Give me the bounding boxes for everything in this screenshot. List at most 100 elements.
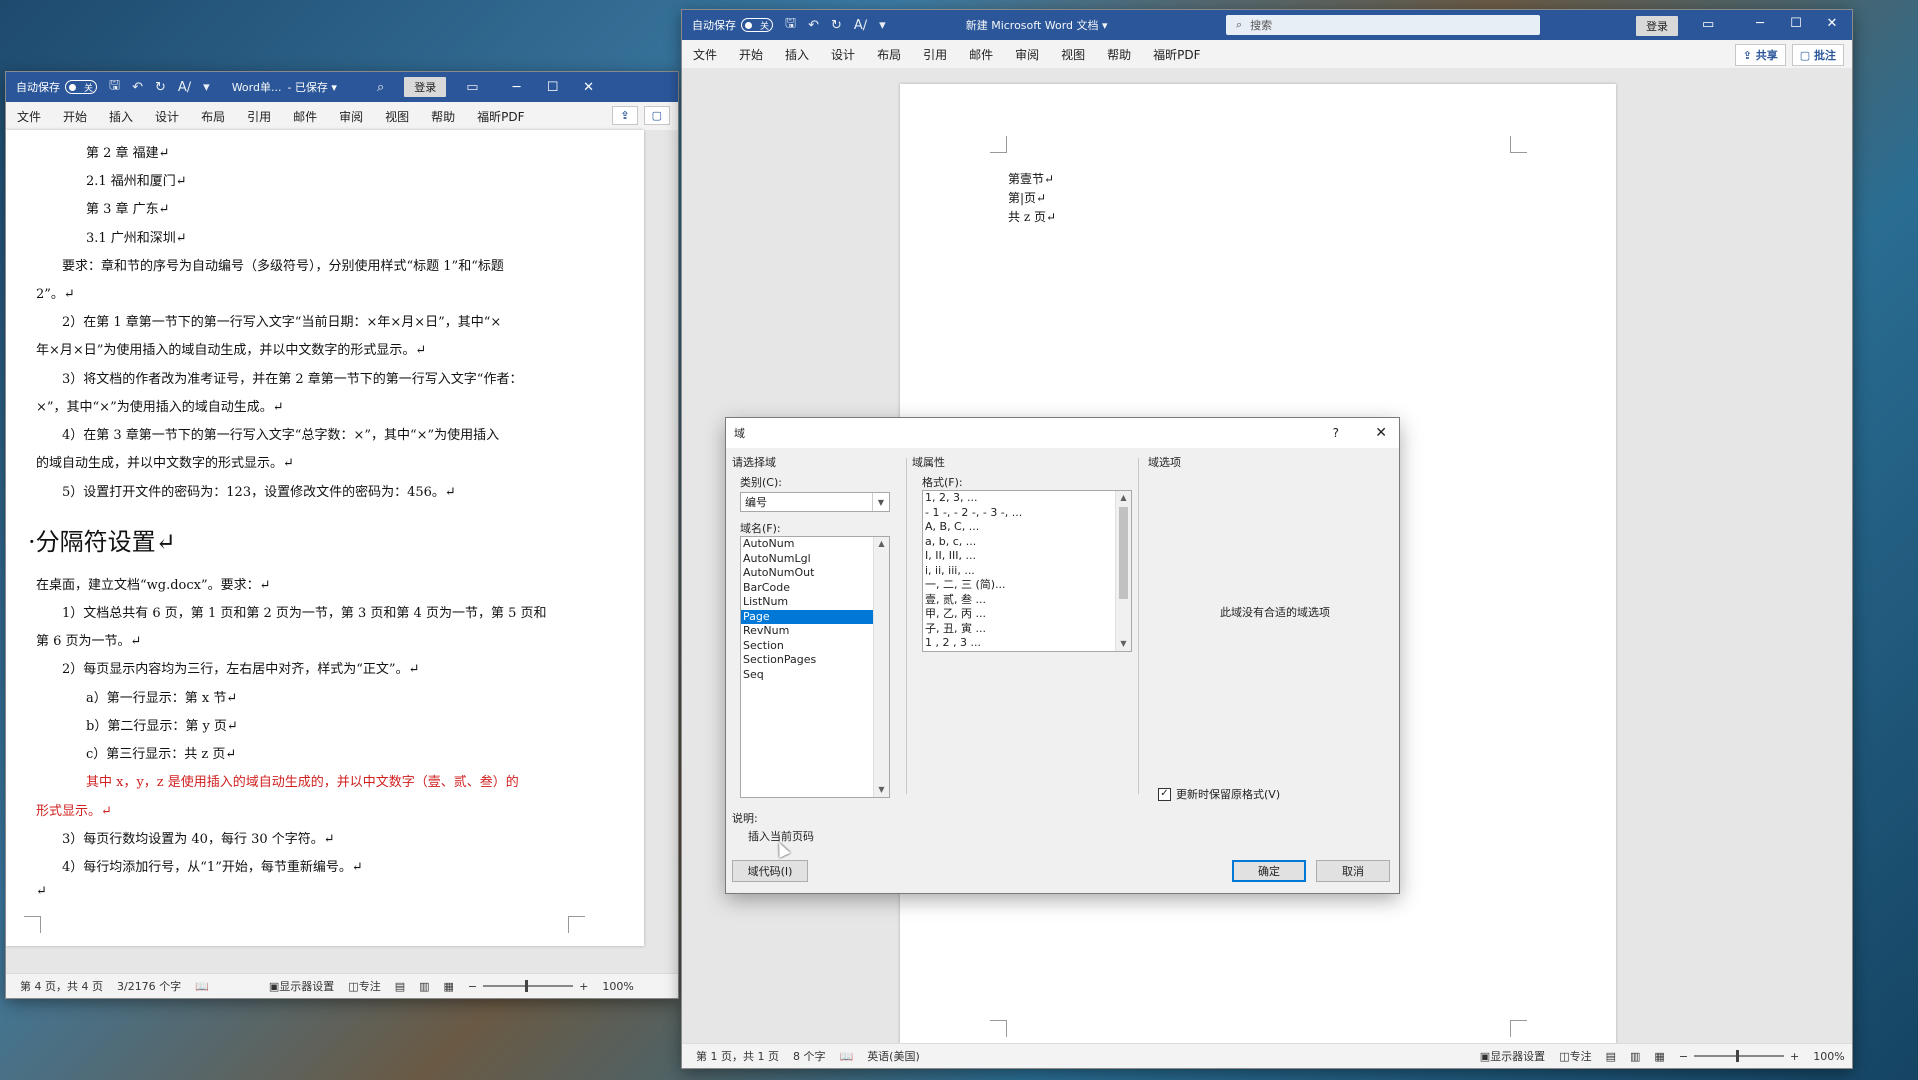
field-names-scrollbar[interactable]: ▲ ▼ (873, 537, 889, 797)
page-count[interactable]: 第 4 页，共 4 页 (20, 978, 103, 994)
menu-foxit-pdf[interactable]: 福昕PDF (466, 108, 535, 125)
field-name-item[interactable]: RevNum (741, 624, 873, 639)
minimize-icon[interactable]: ─ (499, 80, 535, 95)
format-item[interactable]: a, b, c, ... (923, 535, 1115, 550)
menu-help[interactable]: 帮助 (1096, 46, 1142, 63)
format-item[interactable]: A, B, C, ... (923, 520, 1115, 535)
format-item[interactable]: - 1 -, - 2 -, - 3 -, ... (923, 506, 1115, 521)
share-icon[interactable]: ⇪ (612, 106, 638, 125)
format-list[interactable]: 1, 2, 3, ... - 1 -, - 2 -, - 3 -, ... A,… (922, 490, 1132, 652)
save-icon[interactable]: 🖫 (109, 76, 120, 98)
right-doc-name[interactable]: 新建 Microsoft Word 文档 ▾ (966, 17, 1108, 33)
save-icon[interactable]: 🖫 (785, 14, 796, 36)
redo-icon[interactable]: ↻ (155, 80, 166, 95)
format-item[interactable]: I, II, III, ... (923, 549, 1115, 564)
word-count[interactable]: 3/2176 个字 (117, 978, 181, 994)
menu-help[interactable]: 帮助 (420, 108, 466, 125)
scroll-down-icon[interactable]: ▼ (874, 783, 889, 797)
scroll-down-icon[interactable]: ▼ (1116, 637, 1131, 651)
format-scrollbar[interactable]: ▲ ▼ (1115, 491, 1131, 651)
field-name-item[interactable]: AutoNum (741, 537, 873, 552)
proofing-icon[interactable]: 📖 (195, 980, 209, 993)
menu-home[interactable]: 开始 (52, 108, 98, 125)
display-settings-icon[interactable]: ▣ (1480, 1050, 1490, 1063)
format-item[interactable]: 子, 丑, 寅 ... (923, 622, 1115, 637)
close-icon[interactable]: ✕ (1375, 425, 1387, 441)
menu-layout[interactable]: 布局 (866, 46, 912, 63)
menu-view[interactable]: 视图 (374, 108, 420, 125)
format-item[interactable]: 1, 2, 3, ... (923, 491, 1115, 506)
format-item[interactable]: 壹, 贰, 叁 ... (923, 593, 1115, 608)
menu-file[interactable]: 文件 (682, 46, 728, 63)
ribbon-display-icon[interactable]: ▭ (466, 80, 478, 95)
left-doc-page[interactable]: 第 2 章 福建↵ 2.1 福州和厦门↵ 第 3 章 广东↵ 3.1 广州和深圳… (6, 130, 644, 946)
scroll-up-icon[interactable]: ▲ (874, 537, 889, 551)
menu-file[interactable]: 文件 (6, 108, 52, 125)
menu-review[interactable]: 审阅 (1004, 46, 1050, 63)
zoom-out-icon[interactable]: − (468, 980, 477, 993)
menu-mailings[interactable]: 邮件 (282, 108, 328, 125)
undo-icon[interactable]: ↶ (808, 18, 819, 33)
customize-toolbar-icon[interactable]: ▾ (203, 80, 210, 95)
web-layout-icon[interactable]: ▦ (1654, 1050, 1664, 1063)
zoom-level[interactable]: 100% (602, 980, 633, 993)
maximize-icon[interactable]: ☐ (1778, 16, 1814, 31)
display-settings-label[interactable]: 显示器设置 (279, 978, 334, 994)
field-names-list[interactable]: AutoNum AutoNumLgl AutoNumOut BarCode Li… (740, 536, 890, 798)
focus-icon[interactable]: ◫ (1559, 1050, 1569, 1063)
comment-button[interactable]: ▢ 批注 (1791, 44, 1844, 66)
menu-insert[interactable]: 插入 (98, 108, 144, 125)
focus-label[interactable]: 专注 (359, 978, 381, 994)
cancel-button[interactable]: 取消 (1316, 860, 1390, 882)
menu-mailings[interactable]: 邮件 (958, 46, 1004, 63)
page-count[interactable]: 第 1 页，共 1 页 (696, 1048, 779, 1064)
zoom-in-icon[interactable]: + (579, 980, 588, 993)
preserve-format-checkbox[interactable]: ✓ 更新时保留原格式(V) (1158, 786, 1280, 802)
field-name-item[interactable]: BarCode (741, 581, 873, 596)
zoom-slider[interactable] (1694, 1050, 1785, 1062)
format-painter-icon[interactable]: A∕ (854, 18, 867, 33)
field-name-item[interactable]: Seq (741, 668, 873, 683)
customize-toolbar-icon[interactable]: ▾ (879, 18, 886, 33)
menu-design[interactable]: 设计 (144, 108, 190, 125)
field-name-item[interactable]: SectionPages (741, 653, 873, 668)
read-mode-icon[interactable]: ▤ (395, 980, 405, 993)
autosave-toggle[interactable]: 关 (741, 18, 773, 32)
left-login-button[interactable]: 登录 (404, 77, 447, 97)
format-item[interactable]: 一, 二, 三 (简)... (923, 578, 1115, 593)
field-codes-button[interactable]: 域代码(I) (732, 860, 808, 882)
autosave-control[interactable]: 自动保存 关 (692, 17, 773, 33)
menu-insert[interactable]: 插入 (774, 46, 820, 63)
menu-review[interactable]: 审阅 (328, 108, 374, 125)
zoom-out-icon[interactable]: − (1679, 1050, 1688, 1063)
focus-icon[interactable]: ◫ (348, 980, 358, 993)
focus-label[interactable]: 专注 (1570, 1048, 1592, 1064)
display-settings-label[interactable]: 显示器设置 (1490, 1048, 1545, 1064)
ribbon-display-icon[interactable]: ▭ (1702, 17, 1714, 32)
field-name-item[interactable]: AutoNumOut (741, 566, 873, 581)
search-icon[interactable]: ⌕ (377, 80, 384, 95)
help-icon[interactable]: ? (1333, 426, 1339, 440)
web-layout-icon[interactable]: ▦ (444, 980, 454, 993)
zoom-slider[interactable] (483, 980, 574, 992)
autosave-control[interactable]: 自动保存 关 (16, 79, 97, 95)
comment-icon[interactable]: ▢ (643, 106, 670, 125)
share-button[interactable]: ⇪ 共享 (1734, 44, 1786, 66)
left-save-state[interactable]: - 已保存 ▾ (287, 79, 336, 95)
minimize-icon[interactable]: ─ (1742, 16, 1778, 31)
word-count[interactable]: 8 个字 (793, 1048, 826, 1064)
read-mode-icon[interactable]: ▤ (1606, 1050, 1616, 1063)
close-icon[interactable]: ✕ (1814, 16, 1850, 31)
menu-design[interactable]: 设计 (820, 46, 866, 63)
format-item[interactable]: i, ii, iii, ... (923, 564, 1115, 579)
print-layout-icon[interactable]: ▥ (419, 980, 429, 993)
ok-button[interactable]: 确定 (1232, 860, 1306, 882)
menu-home[interactable]: 开始 (728, 46, 774, 63)
menu-layout[interactable]: 布局 (190, 108, 236, 125)
undo-icon[interactable]: ↶ (132, 80, 143, 95)
field-name-item[interactable]: Section (741, 639, 873, 654)
right-login-button[interactable]: 登录 (1636, 16, 1678, 36)
field-name-item[interactable]: ListNum (741, 595, 873, 610)
maximize-icon[interactable]: ☐ (535, 80, 571, 95)
zoom-level[interactable]: 100% (1813, 1050, 1844, 1063)
